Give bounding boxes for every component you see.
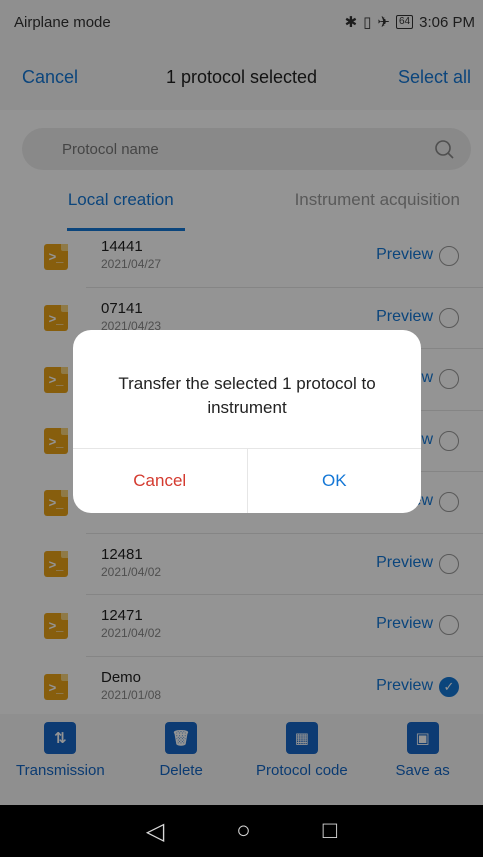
home-icon[interactable]: ○ xyxy=(236,817,251,845)
dialog-buttons: Cancel OK xyxy=(73,448,421,513)
back-icon[interactable]: ◁ xyxy=(146,817,164,846)
dialog-message: Transfer the selected 1 protocol to inst… xyxy=(118,374,376,417)
system-nav-bar: ◁ ○ □ xyxy=(0,805,483,857)
recents-icon[interactable]: □ xyxy=(323,817,338,845)
dialog-cancel-button[interactable]: Cancel xyxy=(73,449,248,513)
confirm-dialog: Transfer the selected 1 protocol to inst… xyxy=(73,330,421,513)
dialog-ok-button[interactable]: OK xyxy=(248,449,422,513)
